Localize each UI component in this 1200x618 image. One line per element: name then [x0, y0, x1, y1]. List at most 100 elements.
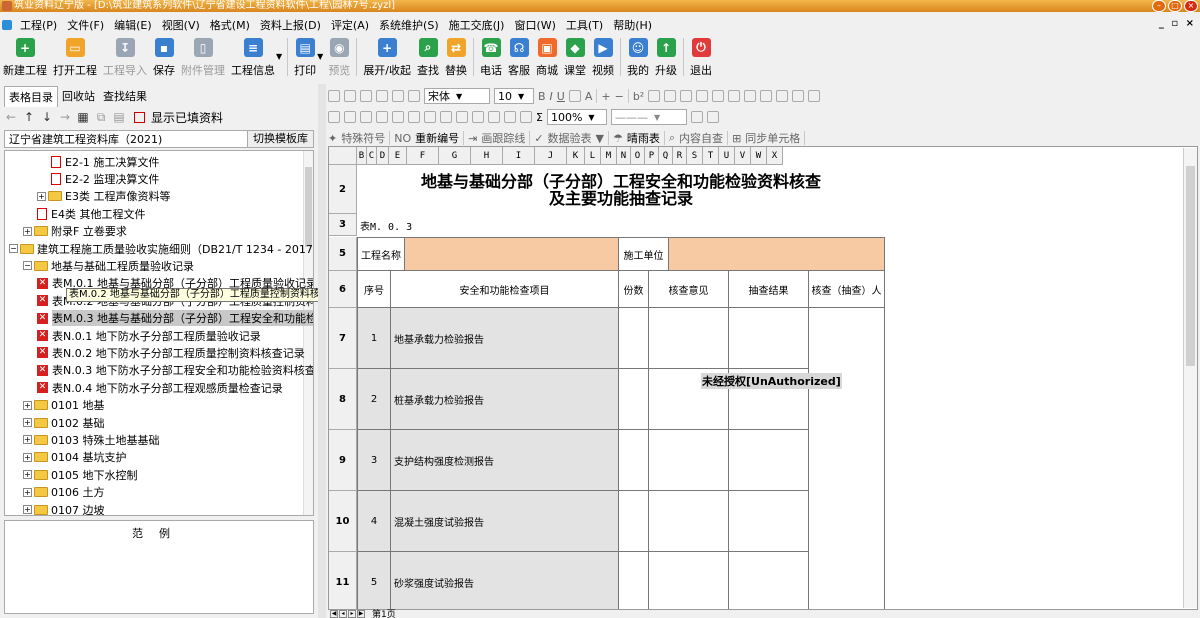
expand-icon[interactable]: +	[23, 505, 32, 514]
delete-row-icon[interactable]	[344, 111, 356, 123]
replace-button[interactable]: ⇄ 替换	[442, 36, 470, 78]
column-header[interactable]: R	[673, 147, 687, 165]
service-button[interactable]: ☊ 客服	[505, 36, 533, 78]
row-header[interactable]: 3	[329, 214, 357, 236]
tree-item[interactable]: +0102 基础	[23, 414, 105, 431]
menu-item[interactable]: 系统维护(S)	[374, 17, 444, 33]
tree-item[interactable]: ✕ 表N.0.2 地下防水子分部工程质量控制资料核查记录	[37, 344, 305, 361]
tree-item[interactable]: + 附录F 立卷要求	[23, 223, 127, 240]
tree-item[interactable]: +0104 基坑支护	[23, 449, 127, 466]
expand-icon[interactable]: +	[23, 418, 32, 427]
list2-icon[interactable]	[472, 111, 484, 123]
insert-row-icon[interactable]	[328, 111, 340, 123]
expand-icon[interactable]: +	[23, 435, 32, 445]
column-header[interactable]: U	[719, 147, 735, 165]
row-header[interactable]: 7	[329, 308, 357, 369]
menu-item[interactable]: 评定(A)	[326, 17, 374, 33]
row-item[interactable]: 混凝土强度试验报告	[391, 491, 619, 552]
row-result[interactable]	[729, 491, 809, 552]
menu-item[interactable]: 文件(F)	[62, 17, 109, 33]
show-filled-checkbox[interactable]	[134, 111, 145, 123]
phone-button[interactable]: ☎ 电话	[477, 36, 505, 78]
menu-item[interactable]: 格式(M)	[205, 17, 255, 33]
row-result[interactable]	[729, 430, 809, 491]
row-header[interactable]: 2	[329, 165, 357, 214]
row-item[interactable]: 地基承载力检验报告	[391, 308, 619, 369]
column-header[interactable]: O	[631, 147, 645, 165]
menu-item[interactable]: 帮助(H)	[608, 17, 657, 33]
row-seq[interactable]: 4	[357, 491, 391, 552]
tree-item[interactable]: +0101 地基	[23, 397, 105, 414]
row-seq[interactable]: 1	[357, 308, 391, 369]
sheet-corner[interactable]	[329, 147, 357, 165]
align-center-icon[interactable]	[680, 90, 693, 102]
expand-button[interactable]: + 展开/收起	[360, 36, 414, 78]
column-header[interactable]: C	[367, 147, 377, 165]
save-button[interactable]: ▪ 保存	[150, 36, 178, 78]
tree-item[interactable]: +0103 特殊土地基基础	[23, 431, 160, 448]
import-button[interactable]: ↧ 工程导入	[100, 36, 150, 78]
line-tool-icon[interactable]	[690, 111, 703, 123]
underline-icon[interactable]: U	[557, 90, 565, 103]
cut-icon[interactable]	[328, 90, 340, 102]
special-icon[interactable]	[648, 90, 661, 102]
collapse-icon[interactable]: −	[9, 244, 18, 253]
image-icon[interactable]	[520, 111, 532, 123]
sum-icon[interactable]: Σ	[536, 111, 543, 124]
tree-item[interactable]: +0106 土方	[23, 484, 105, 501]
column-layout2-icon[interactable]	[760, 90, 773, 102]
classroom-button[interactable]: ◆ 课堂	[561, 36, 589, 78]
row-item[interactable]: 桩基承载力检验报告	[391, 369, 619, 430]
column-header[interactable]: H	[471, 147, 503, 165]
header-copies[interactable]: 份数	[619, 271, 649, 308]
table-number[interactable]: 表M. 0. 3	[357, 214, 885, 236]
delete-col-icon[interactable]	[376, 111, 388, 123]
header-checker[interactable]: 核查（抽查）人	[809, 271, 885, 308]
tree-item[interactable]: E2-1 施工决算文件	[51, 153, 159, 170]
copy-icon[interactable]: ⧉	[94, 110, 108, 125]
exit-button[interactable]: ⏻ 退出	[687, 36, 715, 78]
tree-scroll-thumb[interactable]	[305, 167, 312, 247]
column-layout-icon[interactable]	[744, 90, 757, 102]
tool-6-label[interactable]: 同步单元格	[745, 130, 800, 146]
down-icon[interactable]: ↓	[40, 110, 54, 124]
row-header[interactable]: 10	[329, 491, 357, 552]
tree-item[interactable]: +0105 地下水控制	[23, 466, 138, 483]
row-opinion[interactable]	[649, 552, 729, 609]
column-header[interactable]: P	[645, 147, 659, 165]
row-header[interactable]: 8	[329, 369, 357, 430]
back-icon[interactable]: ←	[4, 110, 18, 124]
row-seq[interactable]: 5	[357, 552, 391, 609]
mall-button[interactable]: ▣ 商城	[533, 36, 561, 78]
undo-icon[interactable]	[376, 90, 388, 102]
tab-search-results[interactable]: 查找结果	[99, 86, 151, 107]
column-header[interactable]: E	[389, 147, 407, 165]
panel-splitter[interactable]	[318, 84, 326, 618]
column-header[interactable]: M	[601, 147, 617, 165]
chevron-down-icon[interactable]: ▼	[317, 52, 323, 61]
merge-icon[interactable]	[392, 111, 404, 123]
tool-2-label[interactable]: 画跟踪线	[481, 130, 525, 146]
add-icon[interactable]: +	[601, 90, 610, 103]
last-sheet-icon[interactable]: ▶	[357, 609, 365, 618]
first-sheet-icon[interactable]: ◀	[330, 609, 338, 618]
align-right-icon[interactable]	[696, 90, 709, 102]
paste-icon[interactable]: ▤	[112, 110, 126, 124]
zoom-select[interactable]: 100% ▼	[546, 109, 607, 125]
chevron-down-icon[interactable]: ▼	[276, 52, 282, 61]
tree-item[interactable]: E4类 其他工程文件	[37, 205, 145, 222]
menu-item[interactable]: 资料上报(D)	[255, 17, 326, 33]
row-result[interactable]	[729, 308, 809, 369]
menu-item[interactable]: 视图(V)	[157, 17, 205, 33]
tree-scrollbar[interactable]	[303, 151, 313, 515]
column-header[interactable]: G	[439, 147, 471, 165]
font-select[interactable]: 宋体 ▼	[424, 88, 490, 104]
column-header[interactable]: D	[377, 147, 389, 165]
tool-1-label[interactable]: 重新编号	[415, 130, 459, 146]
header-item[interactable]: 安全和功能检查项目	[391, 271, 619, 308]
font-color-icon[interactable]: A	[585, 90, 593, 103]
tool-1-icon[interactable]: NO	[394, 132, 411, 145]
row-header[interactable]: 6	[329, 271, 357, 308]
line-style-select[interactable]: ——— ▼	[610, 109, 687, 125]
expand-icon[interactable]: +	[23, 226, 32, 236]
